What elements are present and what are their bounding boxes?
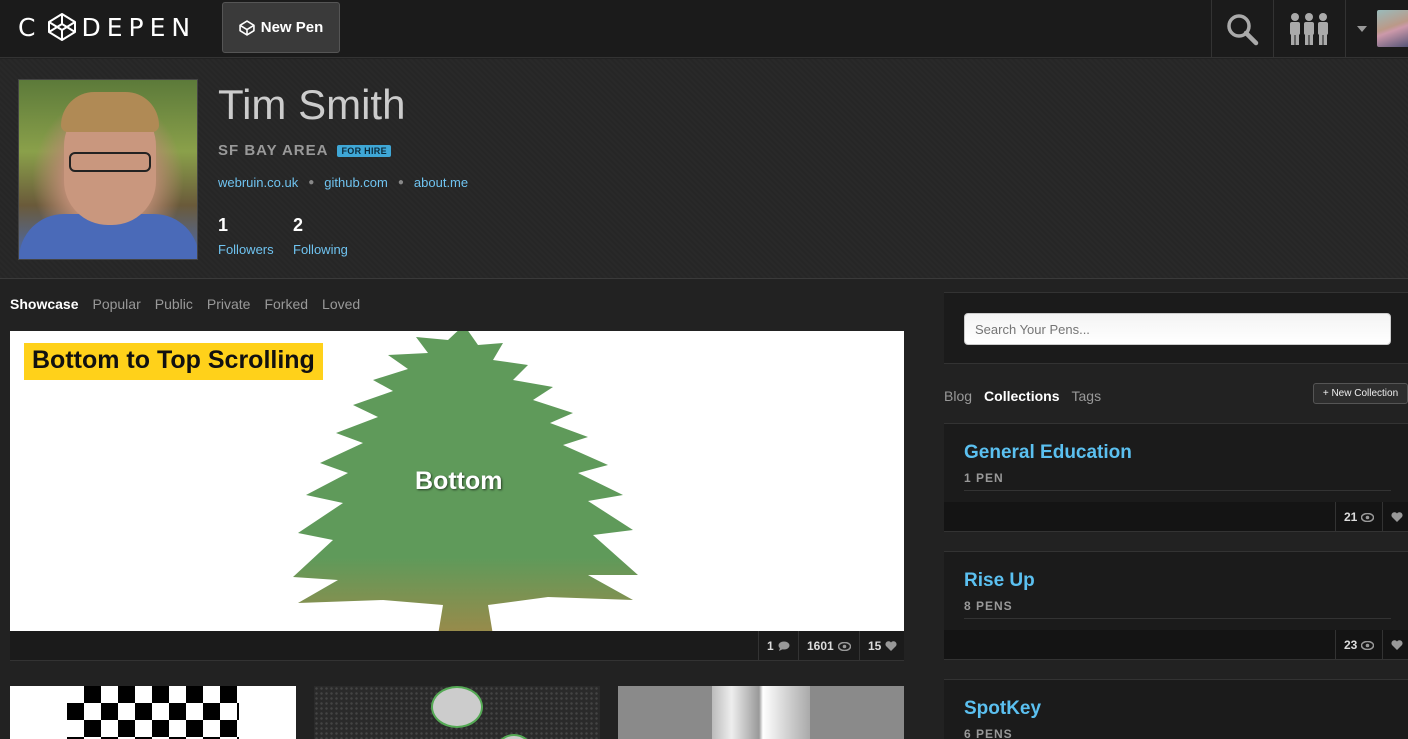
featured-pen-preview[interactable]: Bottom to Top Scrolling Bottom — [10, 331, 904, 631]
profile-link-aboutme[interactable]: about.me — [414, 175, 468, 190]
pen-thumbnail[interactable] — [314, 686, 600, 739]
panel-preview — [712, 686, 810, 739]
comment-icon — [778, 641, 790, 651]
sidebar-tabs: Blog Collections Tags — [944, 388, 1101, 404]
featured-pen-title: Bottom to Top Scrolling — [24, 343, 323, 380]
link-separator: ● — [397, 177, 404, 188]
heart-icon — [885, 640, 897, 651]
eye-icon — [1361, 640, 1375, 650]
collection-title[interactable]: General Education — [964, 442, 1132, 464]
for-hire-badge: FOR HIRE — [337, 144, 391, 157]
codepen-cube-small-icon — [239, 19, 255, 36]
new-collection-button[interactable]: + New Collection — [1313, 383, 1408, 404]
following-label: Following — [293, 242, 348, 257]
profile-name: Tim Smith — [218, 81, 406, 128]
profile-location-row: SF BAY AREA FOR HIRE — [218, 142, 391, 159]
followers-label: Followers — [218, 242, 274, 257]
divider — [964, 618, 1391, 619]
collection-card[interactable]: SpotKey 6 PENS — [944, 679, 1408, 739]
search-button[interactable] — [1212, 0, 1272, 58]
logo-text-left: C — [18, 12, 42, 42]
top-bar: C DEPEN New Pen — [0, 0, 1408, 58]
pen-thumbnail[interactable] — [618, 686, 904, 739]
tab-showcase[interactable]: Showcase — [10, 296, 78, 312]
tab-tags[interactable]: Tags — [1072, 388, 1102, 404]
collection-count: 6 PENS — [964, 727, 1013, 739]
collection-stats: 21 — [944, 502, 1408, 532]
tab-forked[interactable]: Forked — [264, 296, 308, 312]
loves-stat[interactable] — [1382, 502, 1408, 532]
tab-blog[interactable]: Blog — [944, 388, 972, 404]
profile-link-webruin[interactable]: webruin.co.uk — [218, 175, 298, 190]
following-count: 2 — [293, 215, 304, 235]
tab-loved[interactable]: Loved — [322, 296, 360, 312]
people-icon — [1290, 13, 1328, 45]
tab-private[interactable]: Private — [207, 296, 251, 312]
topbar-divider — [1345, 0, 1346, 58]
collection-count: 1 PEN — [964, 471, 1004, 485]
featured-pen-stats: 1 1601 15 — [10, 631, 904, 661]
views-count: 1601 — [807, 639, 834, 653]
collection-title[interactable]: Rise Up — [964, 570, 1035, 592]
search-icon — [1227, 14, 1259, 46]
heart-icon — [1391, 511, 1403, 522]
circle-preview — [494, 734, 534, 739]
checkerboard-preview — [67, 686, 239, 739]
views-stat[interactable]: 21 — [1335, 502, 1382, 532]
user-avatar-small[interactable] — [1377, 10, 1408, 47]
collection-card[interactable]: General Education 1 PEN 21 — [944, 423, 1408, 532]
eye-icon — [1361, 512, 1375, 522]
tab-popular[interactable]: Popular — [92, 296, 140, 312]
loves-stat[interactable] — [1382, 630, 1408, 660]
loves-stat[interactable]: 15 — [859, 631, 905, 661]
heart-icon — [1391, 639, 1403, 650]
profile-link-github[interactable]: github.com — [324, 175, 388, 190]
following-stat[interactable]: 2 Following — [293, 215, 348, 257]
divider — [964, 490, 1391, 491]
codepen-cube-icon — [48, 13, 77, 41]
pen-thumbnail[interactable] — [10, 686, 296, 739]
profile-location: SF BAY AREA — [218, 142, 329, 159]
codepen-logo[interactable]: C DEPEN — [18, 12, 196, 42]
loves-count: 15 — [868, 639, 882, 653]
views-count: 23 — [1344, 638, 1358, 652]
account-menu-toggle[interactable] — [1352, 0, 1372, 58]
views-count: 21 — [1344, 510, 1358, 524]
profile-links: webruin.co.uk ● github.com ● about.me — [218, 175, 468, 190]
eye-icon — [837, 641, 851, 651]
link-separator: ● — [308, 177, 315, 188]
people-button[interactable] — [1274, 0, 1344, 58]
featured-pen-inner-label: Bottom — [415, 467, 503, 495]
tab-public[interactable]: Public — [155, 296, 193, 312]
new-pen-label: New Pen — [260, 19, 324, 36]
search-pens-panel — [944, 292, 1408, 364]
tab-collections[interactable]: Collections — [984, 388, 1059, 404]
pen-tabs: Showcase Popular Public Private Forked L… — [10, 296, 360, 312]
search-pens-input[interactable] — [964, 313, 1391, 345]
collection-count: 8 PENS — [964, 599, 1013, 613]
chevron-down-icon — [1357, 26, 1367, 32]
circle-preview — [431, 686, 483, 728]
collection-title[interactable]: SpotKey — [964, 698, 1041, 720]
comments-stat[interactable]: 1 — [758, 631, 798, 661]
views-stat[interactable]: 1601 — [798, 631, 859, 661]
followers-stat[interactable]: 1 Followers — [218, 215, 274, 257]
logo-text-right: DEPEN — [81, 12, 197, 42]
collection-card[interactable]: Rise Up 8 PENS 23 — [944, 551, 1408, 660]
views-stat[interactable]: 23 — [1335, 630, 1382, 660]
profile-header: Tim Smith SF BAY AREA FOR HIRE webruin.c… — [0, 59, 1408, 279]
comments-count: 1 — [767, 639, 774, 653]
profile-avatar — [18, 79, 198, 260]
new-pen-button[interactable]: New Pen — [222, 2, 340, 53]
collection-stats: 23 — [944, 630, 1408, 660]
followers-count: 1 — [218, 215, 229, 235]
